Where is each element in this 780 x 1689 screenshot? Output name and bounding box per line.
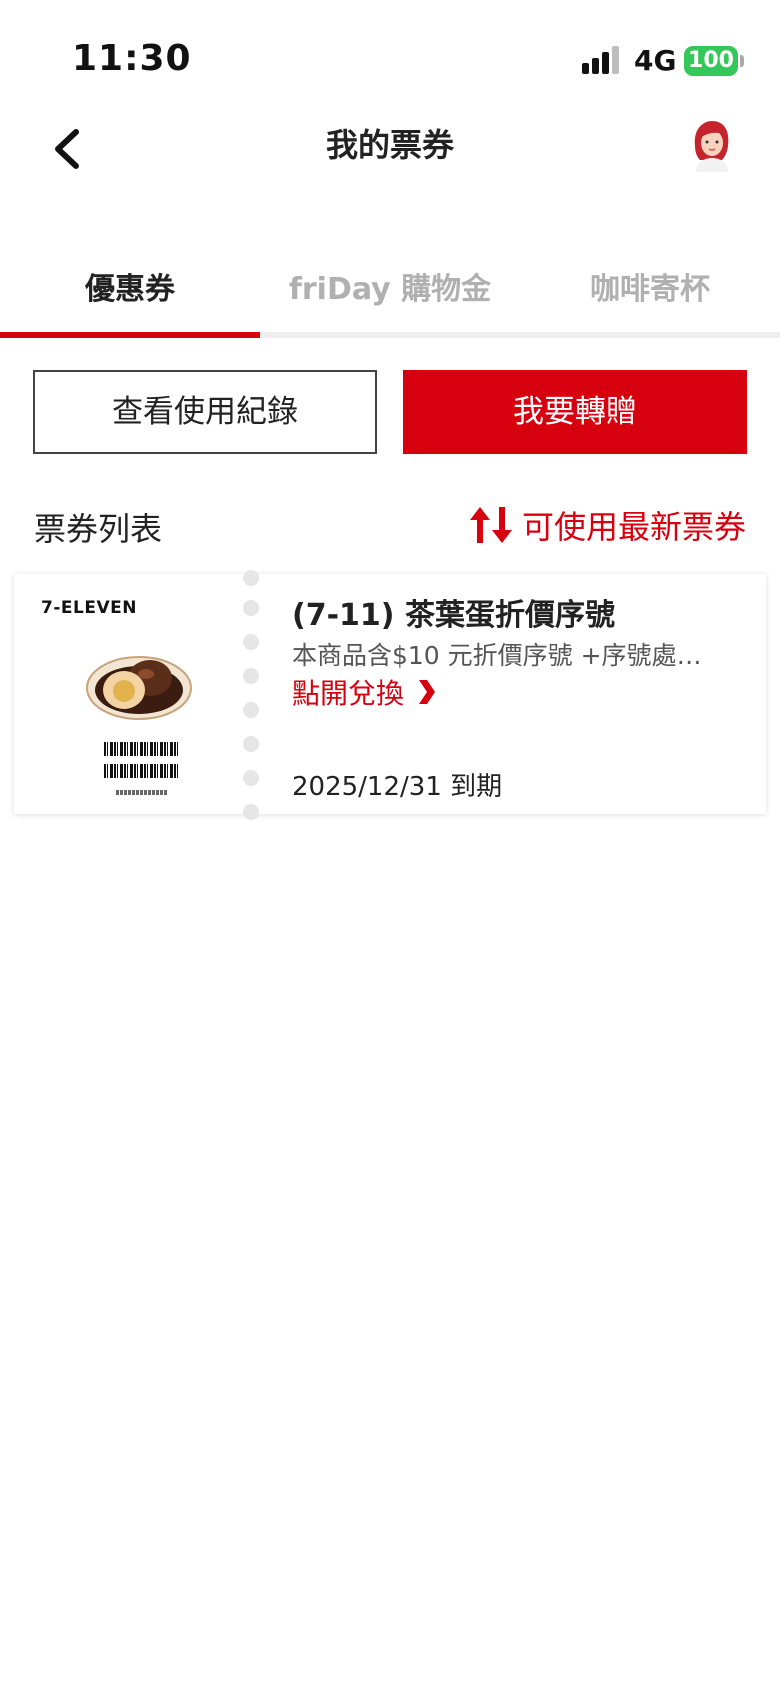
page-title: 我的票券 (325, 126, 454, 164)
barcode-graphic-secondary (104, 764, 180, 778)
tab-friday-credit[interactable]: friDay 購物金 (260, 264, 520, 308)
perforation-divider (236, 570, 264, 820)
transfer-button[interactable]: 我要轉贈 (403, 370, 747, 454)
network-type: 4G (634, 44, 677, 77)
tab-coffee-deposit[interactable]: 咖啡寄杯 (520, 264, 780, 308)
coupon-brand: 7-ELEVEN (41, 598, 137, 618)
sort-arrows-icon (469, 507, 512, 543)
redeem-label: 點開兌換 (292, 677, 405, 710)
coupon-expiry: 2025/12/31 到期 (292, 772, 503, 802)
sort-toggle[interactable]: 可使用最新票券 (468, 504, 746, 546)
tea-egg-image (86, 656, 192, 720)
chevron-right-icon (419, 680, 436, 704)
signal-strength-icon (582, 46, 624, 74)
barcode-graphic (104, 742, 180, 756)
user-avatar-icon (694, 121, 729, 172)
list-title: 票券列表 (34, 510, 163, 548)
status-bar: 11:30 4G 100 (0, 0, 780, 110)
coupon-description: 本商品含$10 元折價序號 +序號處理費... (292, 641, 722, 670)
coupon-card[interactable]: 7-ELEVEN (7-11) 茶葉蛋折價序號 本商品含$10 元折價序號 +序… (14, 570, 766, 820)
tab-bar: 優惠券 friDay 購物金 咖啡寄杯 (0, 250, 780, 338)
status-time: 11:30 (72, 38, 192, 79)
active-tab-indicator (0, 332, 260, 338)
battery-level: 100 (688, 48, 734, 73)
tab-coupons[interactable]: 優惠券 (0, 264, 260, 308)
redeem-link[interactable]: 點開兌換 (292, 672, 436, 712)
view-history-button[interactable]: 查看使用紀錄 (33, 370, 377, 454)
coupon-details: (7-11) 茶葉蛋折價序號 本商品含$10 元折價序號 +序號處理費... 點… (292, 574, 746, 814)
avatar[interactable] (686, 118, 736, 172)
battery-icon: 100 (684, 46, 738, 76)
coupon-title: (7-11) 茶葉蛋折價序號 (292, 598, 615, 633)
sort-label: 可使用最新票券 (521, 508, 746, 546)
nav-header: 我的票券 (0, 110, 780, 210)
battery-tip (740, 55, 744, 67)
barcode-caption (116, 790, 168, 795)
coupon-thumbnail: 7-ELEVEN (14, 574, 234, 814)
